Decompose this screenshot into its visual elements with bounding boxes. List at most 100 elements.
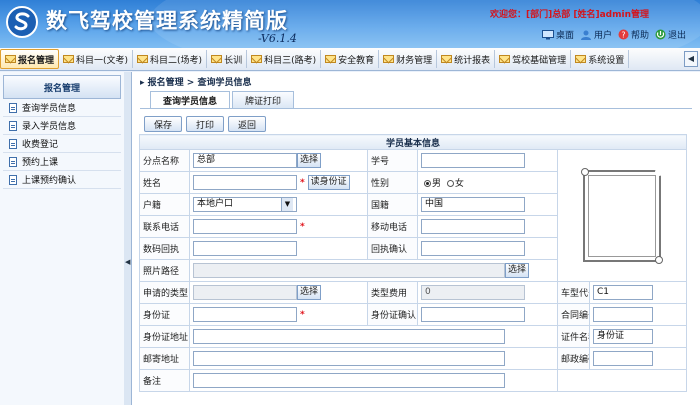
phone-field[interactable] [193, 219, 297, 234]
save-button[interactable]: 保存 [144, 116, 183, 132]
id-label: 身份证 [139, 303, 190, 326]
sidebar-collapse-bar[interactable]: ◀ [124, 72, 132, 405]
envelope-icon [5, 55, 16, 63]
user-button[interactable]: 用户 [580, 28, 612, 41]
hukou-select[interactable]: ▼ 本地户口 [193, 197, 297, 212]
gender-female-label: 女 [454, 179, 464, 189]
exit-button[interactable]: 退出 [655, 28, 686, 41]
sidebar-item-enter-student[interactable]: 录入学员信息 [3, 117, 121, 135]
menu-scroll: ◀ [684, 51, 698, 67]
required-mark: * [300, 309, 305, 320]
postcode-field[interactable] [593, 351, 653, 366]
apply-type-field[interactable] [193, 285, 297, 300]
gender-female-radio[interactable] [446, 180, 454, 187]
receipt-confirm-field[interactable] [421, 241, 525, 256]
contract-field[interactable] [593, 307, 653, 322]
envelope-icon [499, 55, 511, 63]
sidebar-item-confirm-booking[interactable]: 上课预约确认 [3, 171, 121, 189]
student-info-form: 学员基本信息 分点名称 总部 选择 学号 姓名 * 读身份证 性别 男 女 户籍 … [138, 134, 688, 392]
app-logo-icon [6, 6, 38, 38]
contract-label: 合同编号 [557, 303, 590, 326]
nationality-label: 国籍 [367, 193, 418, 216]
gender-male-radio[interactable] [424, 180, 431, 187]
mobile-label: 移动电话 [367, 215, 418, 238]
menu-item-system-settings[interactable]: 系统设置 [571, 50, 630, 68]
envelope-icon [383, 55, 395, 63]
print-button[interactable]: 打印 [186, 116, 225, 132]
menu-item-finance[interactable]: 财务管理 [379, 50, 438, 68]
top-menu-bar: 报名管理 科目一(文考) 科目二(场考) 长训 科目三(路考) 安全教育 财务管… [0, 48, 700, 71]
phone-label: 联系电话 [139, 215, 190, 238]
read-id-button[interactable]: 读身份证 [307, 175, 350, 190]
menu-item-long-training[interactable]: 长训 [207, 50, 248, 68]
id-confirm-field[interactable] [421, 307, 525, 322]
tab-query-student[interactable]: 查询学员信息 [150, 91, 231, 109]
document-icon [9, 102, 17, 113]
scroll-left-icon[interactable]: ◀ [684, 51, 698, 67]
student-no-field[interactable] [421, 153, 525, 168]
menu-item-subject2[interactable]: 科目二(场考) [133, 50, 208, 68]
desktop-button[interactable]: 桌面 [542, 28, 574, 41]
envelope-icon [137, 55, 149, 63]
document-icon [9, 138, 17, 149]
menu-item-safety[interactable]: 安全教育 [321, 50, 380, 68]
back-button[interactable]: 返回 [228, 116, 267, 132]
sidebar-item-book-class[interactable]: 预约上课 [3, 153, 121, 171]
user-icon [581, 30, 592, 40]
remark-label: 备注 [139, 369, 190, 392]
mail-address-field[interactable] [193, 351, 505, 366]
header-actions: 桌面 用户 ? 帮助 退出 [542, 28, 686, 41]
cert-name-field[interactable]: 身份证 [593, 329, 653, 344]
photo-path-field[interactable] [193, 263, 505, 278]
desktop-label: 桌面 [556, 31, 575, 41]
car-code-field[interactable]: C1 [593, 285, 653, 300]
menu-item-school-basic[interactable]: 驾校基础管理 [495, 50, 572, 68]
menu-item-subject3[interactable]: 科目三(路考) [247, 50, 322, 68]
photo-frame-icon[interactable] [581, 167, 664, 264]
document-icon [9, 156, 17, 167]
nationality-field[interactable]: 中国 [421, 197, 525, 212]
name-field[interactable] [193, 175, 297, 190]
id-address-field[interactable] [193, 329, 505, 344]
user-info: 欢迎您：[部门]总部 [姓名]admin管理 [490, 10, 649, 20]
app-header: 数飞驾校管理系统精简版 -V6.1.4 欢迎您：[部门]总部 [姓名]admin… [0, 0, 700, 48]
envelope-icon [211, 55, 223, 63]
branch-field[interactable]: 总部 [193, 153, 297, 168]
envelope-icon [441, 55, 453, 63]
help-icon: ? [618, 29, 629, 40]
tab-bar: 查询学员信息 牌证打印 [150, 91, 295, 109]
help-label: 帮助 [631, 31, 650, 41]
cert-name-label: 证件名称 [557, 325, 590, 348]
menu-item-subject1[interactable]: 科目一(文考) [59, 50, 134, 68]
type-fee-field[interactable]: 0 [421, 285, 525, 300]
help-button[interactable]: ? 帮助 [618, 28, 649, 41]
document-icon [9, 120, 17, 131]
sidebar-item-fee-register[interactable]: 收费登记 [3, 135, 121, 153]
menu-item-reports[interactable]: 统计报表 [437, 50, 496, 68]
car-code-label: 车型代号 [557, 281, 590, 304]
collapse-arrow-icon[interactable]: ◀ [125, 258, 130, 266]
receipt-confirm-label: 回执确认 [367, 237, 418, 260]
name-label: 姓名 [139, 171, 190, 194]
sidebar-item-query-student[interactable]: 查询学员信息 [3, 99, 121, 117]
menu-item-registration[interactable]: 报名管理 [0, 49, 60, 69]
photo-cell [556, 149, 688, 282]
section-title: 学员基本信息 [138, 134, 688, 150]
branch-select-button[interactable]: 选择 [297, 153, 322, 168]
gender-male-label: 男 [432, 179, 442, 189]
id-field[interactable] [193, 307, 297, 322]
apply-type-select-button[interactable]: 选择 [297, 285, 322, 300]
id-address-label: 身份证地址 [139, 325, 190, 348]
apply-type-label: 申请的类型 [139, 281, 190, 304]
app-version: -V6.1.4 [258, 32, 297, 45]
receipt-field[interactable] [193, 241, 297, 256]
required-mark: * [300, 221, 305, 232]
user-label: 用户 [594, 31, 613, 41]
branch-label: 分点名称 [139, 149, 190, 172]
remark-field[interactable] [193, 373, 505, 388]
tab-license-print[interactable]: 牌证打印 [232, 91, 295, 108]
envelope-icon [63, 55, 75, 63]
sidebar-title: 报名管理 [3, 75, 121, 99]
photo-select-button[interactable]: 选择 [505, 263, 530, 278]
mobile-field[interactable] [421, 219, 525, 234]
